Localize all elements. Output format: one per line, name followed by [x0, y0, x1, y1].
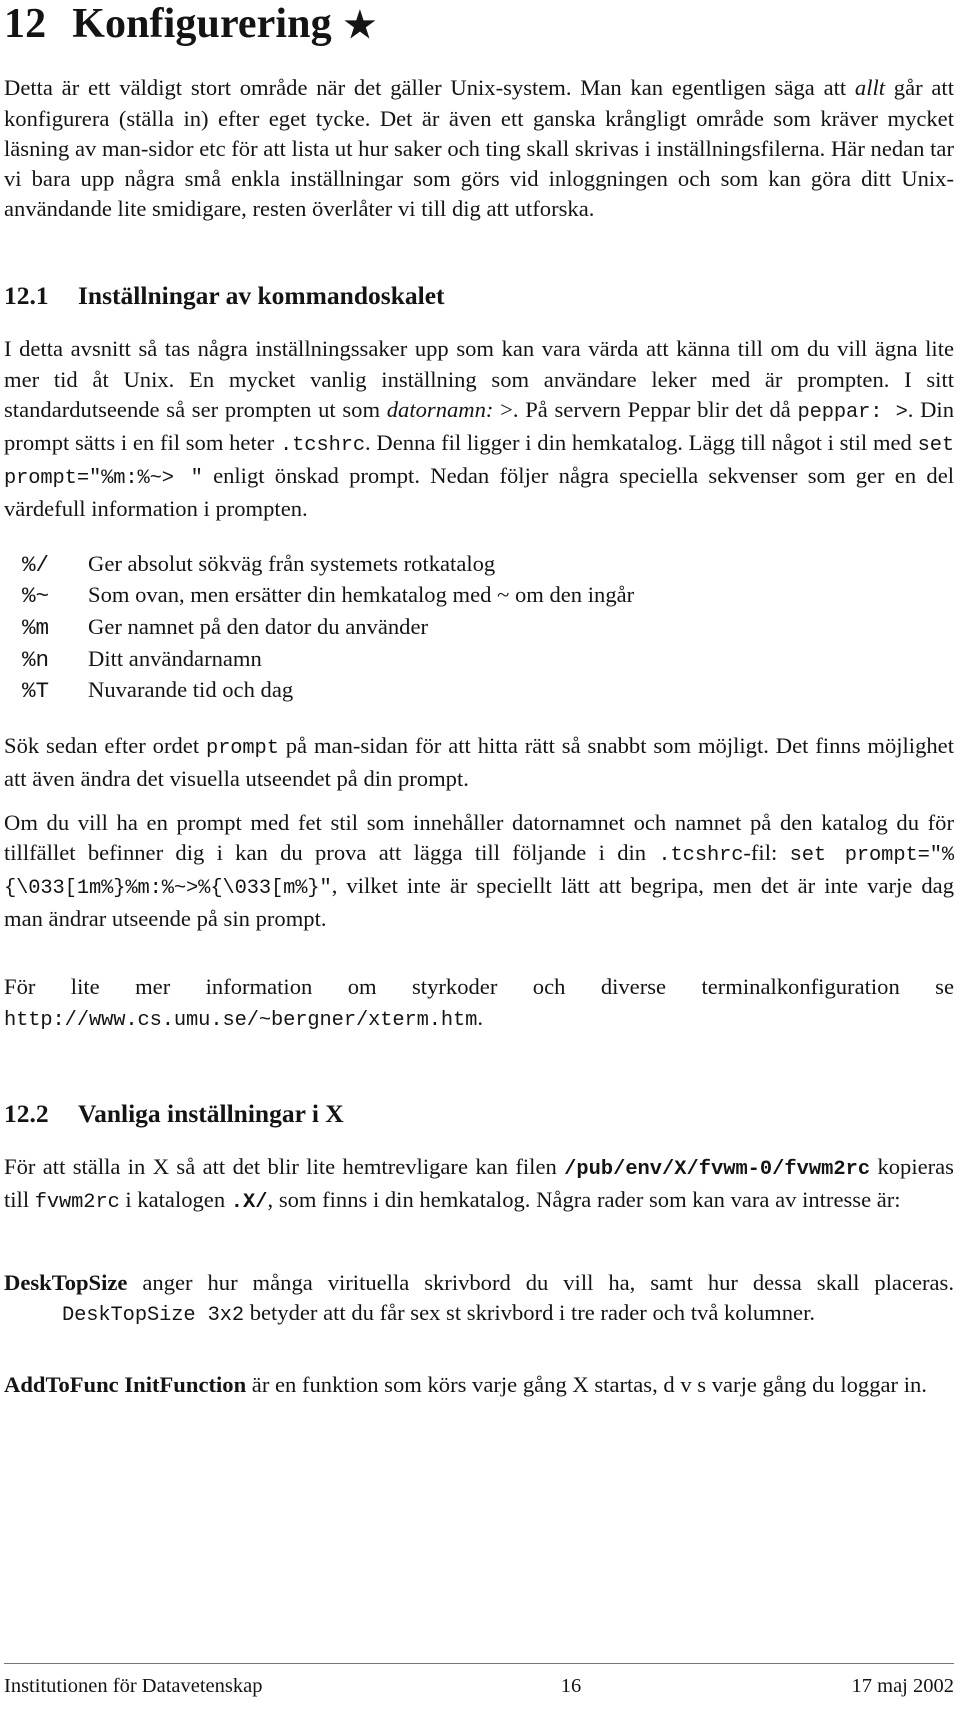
desc-term-initfunction: AddToFunc InitFunction [4, 1371, 247, 1397]
sec2-text-3: i katalogen [119, 1187, 231, 1213]
document-page: 12 Konfigurering ★ Detta är ett väldigt st… [0, 0, 960, 1714]
section-number-12-2: 12.2 [4, 1098, 49, 1128]
para1-code-peppar: peppar: > [797, 400, 908, 424]
section-title-12-2: 12.2 Vanliga inställningar i X [4, 1098, 954, 1128]
escape-code: %T [22, 678, 49, 705]
page-footer: Institutionen för Datavetenskap 16 17 ma… [4, 1663, 954, 1698]
table-row: %n Ditt användarnamn [22, 644, 634, 676]
intro-paragraph: Detta är ett väldigt stort område när de… [4, 73, 954, 224]
footer-row: Institutionen för Datavetenskap 16 17 ma… [4, 1675, 954, 1698]
sec2-text-4: , som finns i din hemkatalog. Några rade… [267, 1187, 901, 1213]
table-row: %/ Ger absolut sökväg från systemets rot… [22, 549, 634, 581]
para4-text-2: . [477, 1004, 483, 1030]
chapter-title-text: Konfigurering [72, 1, 332, 47]
section-title-text-12-2: Vanliga inställningar i X [78, 1098, 344, 1128]
para2-text-1: Sök sedan efter ordet [4, 733, 207, 759]
para3-code-tcshrc: .tcshrc [658, 843, 744, 867]
escape-description: Som ovan, men ersätter din hemkatalog me… [88, 582, 635, 608]
sec2-code-xdir: .X/ [230, 1191, 268, 1215]
sec2-text-1: För att ställa in X så att det blir lite… [4, 1153, 565, 1179]
escape-code: %~ [22, 583, 49, 610]
section-12-1-paragraph-1: I detta avsnitt så tas några inställning… [4, 334, 954, 524]
footer-date: 17 maj 2002 [851, 1675, 955, 1697]
star-icon: ★ [343, 5, 377, 45]
para3-text-2: -fil: [743, 839, 790, 865]
section-number-12-1: 12.1 [4, 281, 49, 311]
escape-table-body: %/ Ger absolut sökväg från systemets rot… [22, 549, 634, 708]
footer-divider [4, 1663, 954, 1664]
desc-text-1: anger hur många virituella skrivbord du … [127, 1270, 954, 1296]
desc-text-1: är en funktion som körs varje gång X sta… [246, 1371, 927, 1397]
desc-text-2: betyder att du får sex st skrivbord i tr… [244, 1300, 815, 1326]
footer-page-number: 16 [560, 1675, 582, 1697]
section-12-1-paragraph-4: För lite mer information om styrkoder oc… [4, 972, 954, 1035]
chapter-title: 12 Konfigurering ★ [4, 0, 954, 47]
table-row: %T Nuvarande tid och dag [22, 675, 634, 707]
footer-institution: Institutionen för Datavetenskap [4, 1675, 263, 1697]
section-title-text-12-1: Inställningar av kommandoskalet [78, 281, 445, 311]
para1-emph-datornamn: datornamn: [386, 396, 494, 422]
para4-text-1: För lite mer information om styrkoder oc… [4, 974, 954, 1000]
escape-description: Ger absolut sökväg från systemets rotkat… [88, 550, 496, 576]
para2-code-prompt: prompt [206, 737, 279, 761]
escape-code: %/ [22, 551, 49, 578]
desc-term-desktopsize: DeskTopSize [4, 1270, 128, 1296]
para1-code-tcshrc: .tcshrc [280, 434, 365, 458]
table-row: %~ Som ovan, men ersätter din hemkatalog… [22, 580, 634, 612]
escape-description: Ger namnet på den dator du använder [88, 614, 429, 640]
para1-text-2: >. På servern Peppar blir det då [493, 396, 798, 422]
escape-code: %m [22, 615, 49, 642]
table-row: %m Ger namnet på den dator du använder [22, 612, 634, 644]
initfunction-description-list: AddToFunc InitFunction är en funktion so… [4, 1370, 954, 1400]
escape-code: %n [22, 646, 49, 673]
xterm-info-url[interactable]: http://www.cs.umu.se/~bergner/xterm.htm [4, 1009, 477, 1032]
desc-item-initfunction: AddToFunc InitFunction är en funktion so… [4, 1370, 954, 1400]
desc-item-desktopsize: DeskTopSize anger hur många virituella s… [4, 1268, 954, 1331]
section-12-1-paragraph-3: Om du vill ha en prompt med fet stil som… [4, 808, 954, 935]
escape-description: Nuvarande tid och dag [88, 677, 294, 703]
intro-text-1: Detta är ett väldigt stort område när de… [4, 75, 855, 101]
intro-emphasis: allt [854, 75, 886, 101]
sec2-code-path: /pub/env/X/fvwm-0/fvwm2rc [564, 1157, 871, 1181]
section-12-2-paragraph-1: För att ställa in X så att det blir lite… [4, 1152, 954, 1218]
fvwm-description-list: DeskTopSize anger hur många virituella s… [4, 1268, 954, 1331]
sec2-code-fvwm2rc: fvwm2rc [34, 1191, 120, 1215]
escape-sequence-table: %/ Ger absolut sökväg från systemets rot… [22, 549, 634, 708]
para1-text-4: . Denna fil ligger i din hemkatalog. Läg… [365, 430, 918, 456]
desc-code-desktopsize: DeskTopSize 3x2 [62, 1304, 245, 1328]
chapter-number: 12 [4, 1, 47, 47]
escape-description: Ditt användarnamn [88, 645, 262, 671]
section-title-12-1: 12.1 Inställningar av kommandoskalet [4, 282, 954, 310]
section-12-1-paragraph-2: Sök sedan efter ordet prompt på man-sida… [4, 731, 954, 794]
